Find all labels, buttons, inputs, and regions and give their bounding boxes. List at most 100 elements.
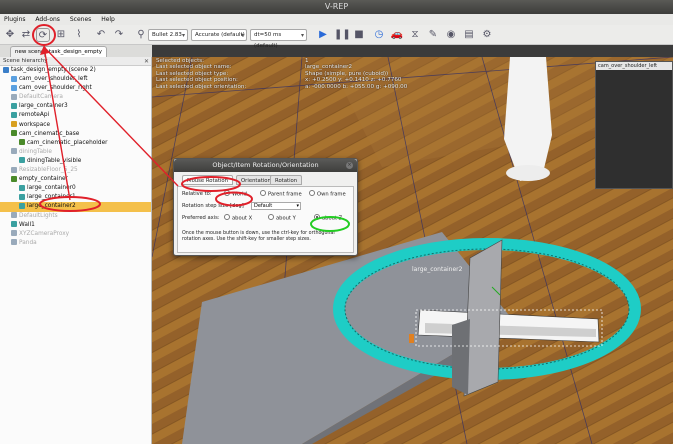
tree-item[interactable]: XYZCameraProxy bbox=[0, 230, 151, 239]
tree-item[interactable]: diningTable bbox=[0, 148, 151, 157]
dt-select[interactable]: dt=50 ms (default) bbox=[250, 29, 307, 49]
object-type-icon bbox=[11, 230, 17, 237]
tree-item[interactable]: remoteApi bbox=[0, 111, 151, 120]
radio-checked-icon bbox=[314, 214, 320, 220]
tree-item-label: XYZCameraProxy bbox=[19, 230, 70, 237]
stop-icon[interactable]: ■ bbox=[352, 28, 366, 42]
tree-item[interactable]: cam_cinematic_base bbox=[0, 130, 151, 139]
tree-item[interactable]: cam_over_shoulder_right bbox=[0, 84, 151, 93]
about-x-label: about X bbox=[232, 215, 253, 222]
tree-item[interactable]: workspace bbox=[0, 121, 151, 130]
preferred-axis-label: Preferred axis: bbox=[182, 215, 220, 221]
tree-item[interactable]: diningTable_visible bbox=[0, 157, 151, 166]
menu-bar: Plugins Add-ons Scenes Help bbox=[0, 14, 673, 25]
about-x-radio[interactable]: about X bbox=[224, 214, 253, 223]
move-icon[interactable]: ✥ bbox=[3, 28, 17, 42]
tree-item[interactable]: Wall1 bbox=[0, 221, 151, 230]
close-icon[interactable]: ✕ bbox=[144, 57, 149, 66]
tree-item[interactable]: empty_container bbox=[0, 175, 151, 184]
pause-icon[interactable]: ❚❚ bbox=[334, 28, 351, 42]
menu-addons[interactable]: Add-ons bbox=[31, 14, 64, 25]
camera-floating-view[interactable]: cam_over_shoulder_left bbox=[595, 61, 673, 189]
object-type-icon bbox=[11, 93, 17, 100]
tab-mouse-rotation[interactable]: Mouse Rotation bbox=[182, 175, 234, 185]
object-type-icon bbox=[19, 139, 25, 146]
dialog-title-bar[interactable]: Object/Item Rotation/Orientation × bbox=[174, 159, 357, 172]
close-icon[interactable]: × bbox=[346, 162, 353, 169]
object-type-icon bbox=[11, 148, 17, 155]
menu-scenes[interactable]: Scenes bbox=[66, 14, 95, 25]
tree-item-label: diningTable bbox=[19, 148, 52, 155]
world-label: World bbox=[232, 191, 247, 198]
hierarchy-title: Scene hierarchy bbox=[3, 58, 48, 64]
translate-icon[interactable]: ⇄ bbox=[19, 28, 33, 42]
object-label: large_container2 bbox=[412, 266, 463, 273]
tree-item[interactable]: Panda bbox=[0, 239, 151, 248]
physics-icon[interactable]: ⚲ bbox=[134, 28, 148, 42]
assembly-icon[interactable]: ⊞ bbox=[54, 28, 68, 42]
about-y-radio[interactable]: about Y bbox=[268, 214, 296, 223]
tree-item[interactable]: task_design_empty (scene 2) bbox=[0, 66, 151, 75]
hierarchy-title-bar: Scene hierarchy ✕ bbox=[0, 57, 151, 66]
about-z-radio[interactable]: about Z bbox=[314, 214, 343, 223]
tree-item-label: empty_container bbox=[19, 176, 68, 183]
tree-item[interactable]: large_container3 bbox=[0, 102, 151, 111]
tree-item[interactable]: DefaultLights bbox=[0, 212, 151, 221]
car-icon[interactable]: 🚗 bbox=[390, 28, 404, 42]
dialog-body: Relative to: World Parent frame Own fram… bbox=[177, 186, 354, 253]
object-type-icon bbox=[11, 212, 17, 218]
about-y-label: about Y bbox=[276, 215, 296, 222]
radio-checked-icon bbox=[224, 190, 230, 196]
info-label: Last selected object orientation: bbox=[156, 83, 247, 90]
tree-item[interactable]: large_container1 bbox=[0, 193, 151, 202]
world-radio[interactable]: World bbox=[224, 190, 247, 199]
tree-item[interactable]: cam_cinematic_placeholder bbox=[0, 139, 151, 148]
tree-item[interactable]: ResizableFloor_5_25 bbox=[0, 166, 151, 175]
redo-icon[interactable]: ↷ bbox=[112, 28, 126, 42]
toolbar: ✥ ⇄ ⟳ ⊞ ⌇ ↶ ↷ ⚲ Bullet 2.83 Accurate (de… bbox=[0, 25, 673, 49]
menu-plugins[interactable]: Plugins bbox=[0, 14, 30, 25]
info-value: x: +0.2500 y: +0.1410 z: +0.7760 bbox=[305, 77, 402, 84]
brush-icon[interactable]: ✎ bbox=[426, 28, 440, 42]
tree-item-label: ResizableFloor_5_25 bbox=[19, 167, 78, 174]
undo-icon[interactable]: ↶ bbox=[94, 28, 108, 42]
object-type-icon bbox=[11, 102, 17, 109]
layers-icon[interactable]: ▤ bbox=[462, 28, 476, 42]
tree-item[interactable]: large_container2 bbox=[0, 202, 151, 212]
rotate-object-icon[interactable]: ⟳ bbox=[36, 28, 50, 42]
scene-tab-bar: new scene task_design_empty bbox=[0, 45, 152, 57]
step-size-select[interactable]: Default bbox=[251, 202, 301, 210]
engine-select[interactable]: Bullet 2.83 bbox=[148, 29, 188, 41]
object-type-icon bbox=[19, 184, 25, 191]
object-type-icon bbox=[11, 75, 17, 82]
tree-item-label: DefaultCamera bbox=[19, 94, 63, 101]
eye-icon[interactable]: ◉ bbox=[444, 28, 458, 42]
relative-to-label: Relative to: bbox=[182, 191, 212, 197]
object-type-icon bbox=[11, 239, 17, 246]
parent-frame-radio[interactable]: Parent frame bbox=[260, 190, 302, 199]
hierarchy-tree: task_design_empty (scene 2) cam_over_shou… bbox=[0, 66, 151, 248]
step-size-label: Rotation step size [deg] bbox=[182, 203, 244, 209]
tree-item[interactable]: cam_over_shoulder_left bbox=[0, 75, 151, 84]
play-icon[interactable]: ▶ bbox=[316, 28, 330, 42]
own-frame-radio[interactable]: Own frame bbox=[309, 190, 346, 199]
tree-item[interactable]: large_container0 bbox=[0, 184, 151, 193]
window-title: V-REP bbox=[0, 0, 673, 14]
tab-rotation[interactable]: Rotation bbox=[270, 175, 303, 185]
accuracy-select[interactable]: Accurate (default) bbox=[191, 29, 247, 41]
parent-frame-label: Parent frame bbox=[268, 191, 302, 198]
realtime-icon[interactable]: ◷ bbox=[372, 28, 386, 42]
tab-task-design-empty[interactable]: task_design_empty bbox=[44, 46, 107, 57]
menu-help[interactable]: Help bbox=[97, 14, 119, 25]
threaded-icon[interactable]: ⧖ bbox=[408, 28, 422, 42]
settings-icon[interactable]: ⚙ bbox=[480, 28, 494, 42]
about-z-label: about Z bbox=[322, 215, 343, 222]
tree-item-label: Panda bbox=[19, 239, 37, 246]
object-type-icon bbox=[3, 66, 9, 73]
info-value: a: -000.0000 b: +055.00 g: +090.00 bbox=[305, 83, 408, 90]
radio-icon bbox=[224, 214, 230, 220]
tree-item-label: cam_cinematic_placeholder bbox=[27, 139, 108, 146]
object-type-icon bbox=[11, 130, 17, 137]
tree-item[interactable]: DefaultCamera bbox=[0, 93, 151, 102]
path-icon[interactable]: ⌇ bbox=[72, 28, 86, 42]
